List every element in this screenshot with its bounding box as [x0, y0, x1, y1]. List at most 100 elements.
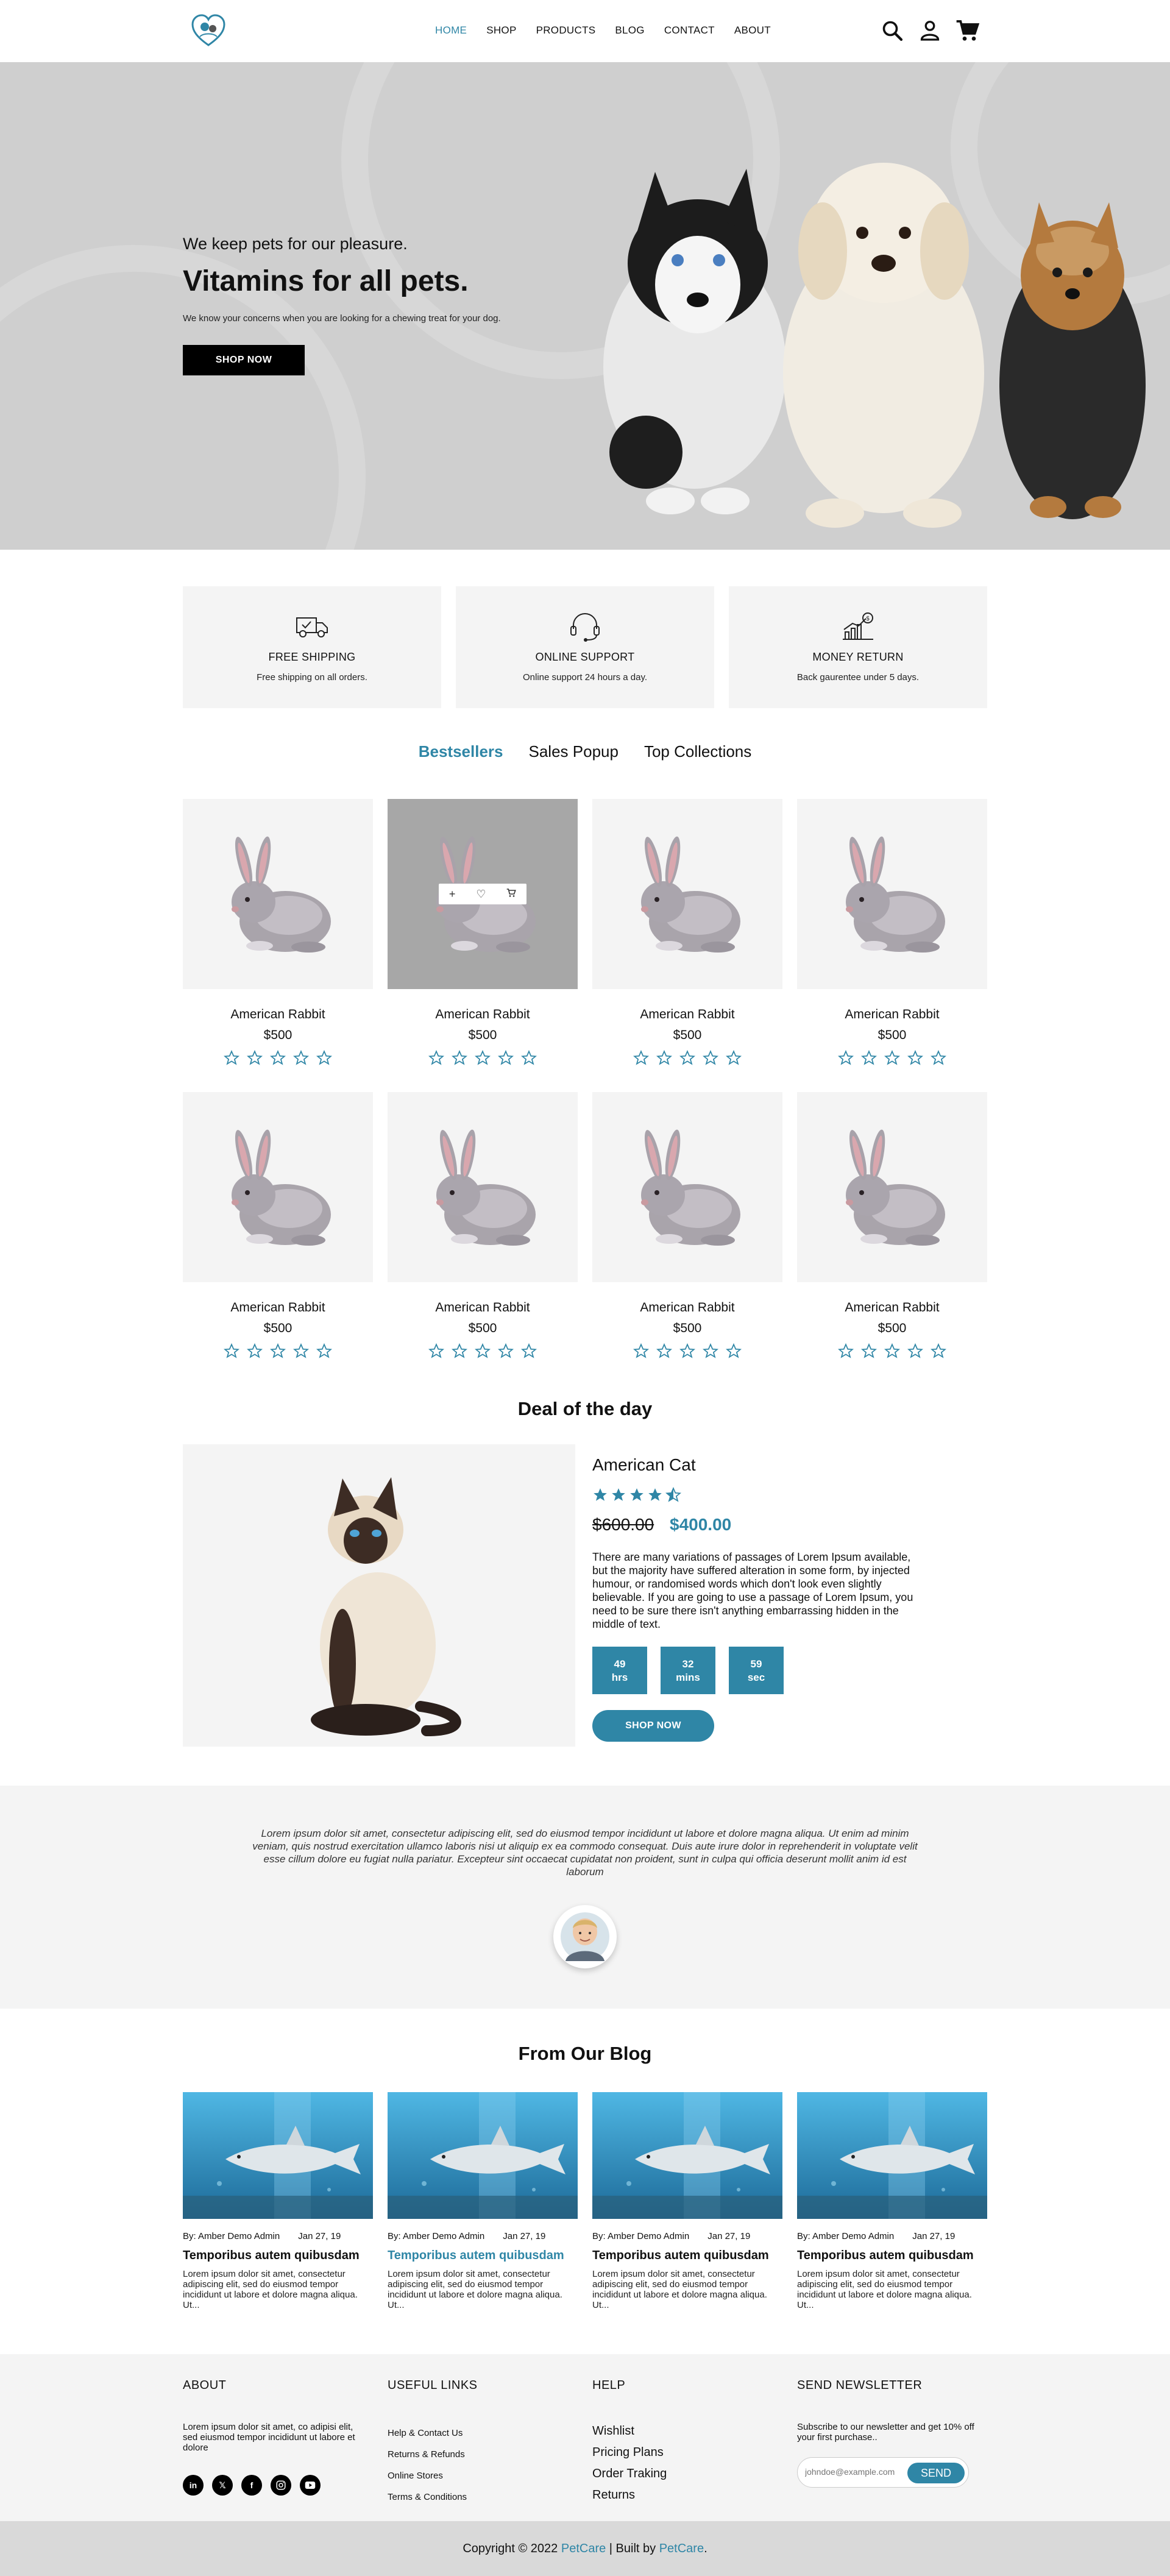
product-image[interactable] — [592, 1092, 782, 1282]
deal-image[interactable] — [183, 1444, 575, 1747]
nav-about[interactable]: ABOUT — [734, 24, 771, 37]
footer-link-wishlist[interactable]: Wishlist — [592, 2424, 775, 2438]
star-outline-icon[interactable] — [884, 1049, 901, 1069]
star-outline-icon[interactable] — [292, 1343, 310, 1362]
nav-contact[interactable]: CONTACT — [664, 24, 715, 37]
star-outline-icon[interactable] — [656, 1343, 673, 1362]
cart-icon[interactable] — [506, 888, 516, 901]
star-outline-icon[interactable] — [474, 1049, 491, 1069]
tab-bestsellers[interactable]: Bestsellers — [419, 742, 503, 761]
star-outline-icon[interactable] — [223, 1343, 240, 1362]
heart-icon[interactable]: ♡ — [476, 888, 486, 901]
linkedin-icon[interactable]: in — [183, 2475, 204, 2496]
footer-link-help-returns[interactable]: Returns — [592, 2488, 775, 2502]
star-outline-icon[interactable] — [292, 1049, 310, 1069]
youtube-icon[interactable] — [300, 2475, 321, 2496]
star-outline-icon[interactable] — [474, 1343, 491, 1362]
nav-shop[interactable]: SHOP — [486, 24, 516, 37]
deal-product-name[interactable]: American Cat — [592, 1455, 921, 1475]
product-name[interactable]: American Rabbit — [797, 1007, 987, 1022]
product-image[interactable] — [183, 1092, 373, 1282]
footer-link-stores[interactable]: Online Stores — [388, 2471, 570, 2481]
product-image[interactable] — [797, 1092, 987, 1282]
product-card[interactable]: American Rabbit $500 — [797, 799, 987, 1065]
star-outline-icon[interactable] — [497, 1343, 514, 1362]
product-image[interactable] — [183, 799, 373, 989]
copyright-builder-link[interactable]: PetCare — [659, 2542, 704, 2556]
star-outline-icon[interactable] — [497, 1049, 514, 1069]
star-outline-icon[interactable] — [428, 1049, 445, 1069]
star-outline-icon[interactable] — [679, 1049, 696, 1069]
facebook-icon[interactable]: f — [241, 2475, 262, 2496]
star-outline-icon[interactable] — [930, 1343, 947, 1362]
x-icon[interactable]: 𝕏 — [212, 2475, 233, 2496]
plus-icon[interactable]: + — [449, 888, 456, 901]
blog-title[interactable]: Temporibus autem quibusdam — [592, 2249, 782, 2263]
blog-title[interactable]: Temporibus autem quibusdam — [797, 2249, 987, 2263]
star-outline-icon[interactable] — [269, 1049, 286, 1069]
product-name[interactable]: American Rabbit — [388, 1300, 578, 1315]
newsletter-email-input[interactable] — [805, 2467, 902, 2477]
star-outline-icon[interactable] — [860, 1049, 878, 1069]
logo[interactable] — [190, 13, 227, 48]
star-outline-icon[interactable] — [451, 1049, 468, 1069]
product-name[interactable]: American Rabbit — [388, 1007, 578, 1022]
blog-image[interactable] — [183, 2092, 373, 2219]
product-name[interactable]: American Rabbit — [183, 1007, 373, 1022]
footer-link-order-tracking[interactable]: Order Traking — [592, 2467, 775, 2481]
product-card[interactable]: American Rabbit $500 — [797, 1092, 987, 1358]
product-card[interactable]: American Rabbit $500 — [592, 799, 782, 1065]
star-outline-icon[interactable] — [223, 1049, 240, 1069]
nav-products[interactable]: PRODUCTS — [536, 24, 596, 37]
product-image[interactable] — [797, 799, 987, 989]
blog-title[interactable]: Temporibus autem quibusdam — [388, 2249, 578, 2263]
star-outline-icon[interactable] — [316, 1049, 333, 1069]
star-outline-icon[interactable] — [679, 1343, 696, 1362]
star-outline-icon[interactable] — [520, 1049, 537, 1069]
star-outline-icon[interactable] — [633, 1343, 650, 1362]
star-outline-icon[interactable] — [725, 1343, 742, 1362]
blog-image[interactable] — [797, 2092, 987, 2219]
star-outline-icon[interactable] — [428, 1343, 445, 1362]
product-name[interactable]: American Rabbit — [592, 1007, 782, 1022]
product-image[interactable] — [388, 1092, 578, 1282]
footer-link-pricing[interactable]: Pricing Plans — [592, 2446, 775, 2460]
product-card[interactable]: American Rabbit $500 — [183, 1092, 373, 1358]
star-outline-icon[interactable] — [725, 1049, 742, 1069]
footer-link-terms[interactable]: Terms & Conditions — [388, 2492, 570, 2502]
star-outline-icon[interactable] — [316, 1343, 333, 1362]
nav-home[interactable]: HOME — [435, 24, 467, 37]
star-outline-icon[interactable] — [246, 1343, 263, 1362]
star-outline-icon[interactable] — [837, 1049, 854, 1069]
footer-link-help[interactable]: Help & Contact Us — [388, 2428, 570, 2438]
product-name[interactable]: American Rabbit — [797, 1300, 987, 1315]
copyright-brand-link[interactable]: PetCare — [561, 2542, 606, 2556]
star-outline-icon[interactable] — [633, 1049, 650, 1069]
nav-blog[interactable]: BLOG — [615, 24, 644, 37]
star-outline-icon[interactable] — [907, 1343, 924, 1362]
newsletter-send-button[interactable]: SEND — [907, 2463, 965, 2483]
product-image[interactable]: + ♡ — [388, 799, 578, 989]
star-outline-icon[interactable] — [837, 1343, 854, 1362]
hero-shop-now-button[interactable]: SHOP NOW — [183, 345, 305, 375]
blog-title[interactable]: Temporibus autem quibusdam — [183, 2249, 373, 2263]
product-name[interactable]: American Rabbit — [183, 1300, 373, 1315]
star-outline-icon[interactable] — [884, 1343, 901, 1362]
user-icon[interactable] — [918, 17, 942, 44]
star-outline-icon[interactable] — [451, 1343, 468, 1362]
search-icon[interactable] — [880, 17, 904, 44]
product-name[interactable]: American Rabbit — [592, 1300, 782, 1315]
product-card[interactable]: + ♡ American Rabbit $500 — [388, 799, 578, 1065]
tab-sales-popup[interactable]: Sales Popup — [529, 742, 619, 761]
star-outline-icon[interactable] — [246, 1049, 263, 1069]
cart-icon[interactable] — [956, 17, 980, 44]
footer-link-returns[interactable]: Returns & Refunds — [388, 2449, 570, 2460]
product-card[interactable]: American Rabbit $500 — [592, 1092, 782, 1358]
star-outline-icon[interactable] — [860, 1343, 878, 1362]
star-outline-icon[interactable] — [930, 1049, 947, 1069]
star-outline-icon[interactable] — [907, 1049, 924, 1069]
blog-image[interactable] — [592, 2092, 782, 2219]
star-outline-icon[interactable] — [702, 1343, 719, 1362]
star-outline-icon[interactable] — [656, 1049, 673, 1069]
star-outline-icon[interactable] — [269, 1343, 286, 1362]
